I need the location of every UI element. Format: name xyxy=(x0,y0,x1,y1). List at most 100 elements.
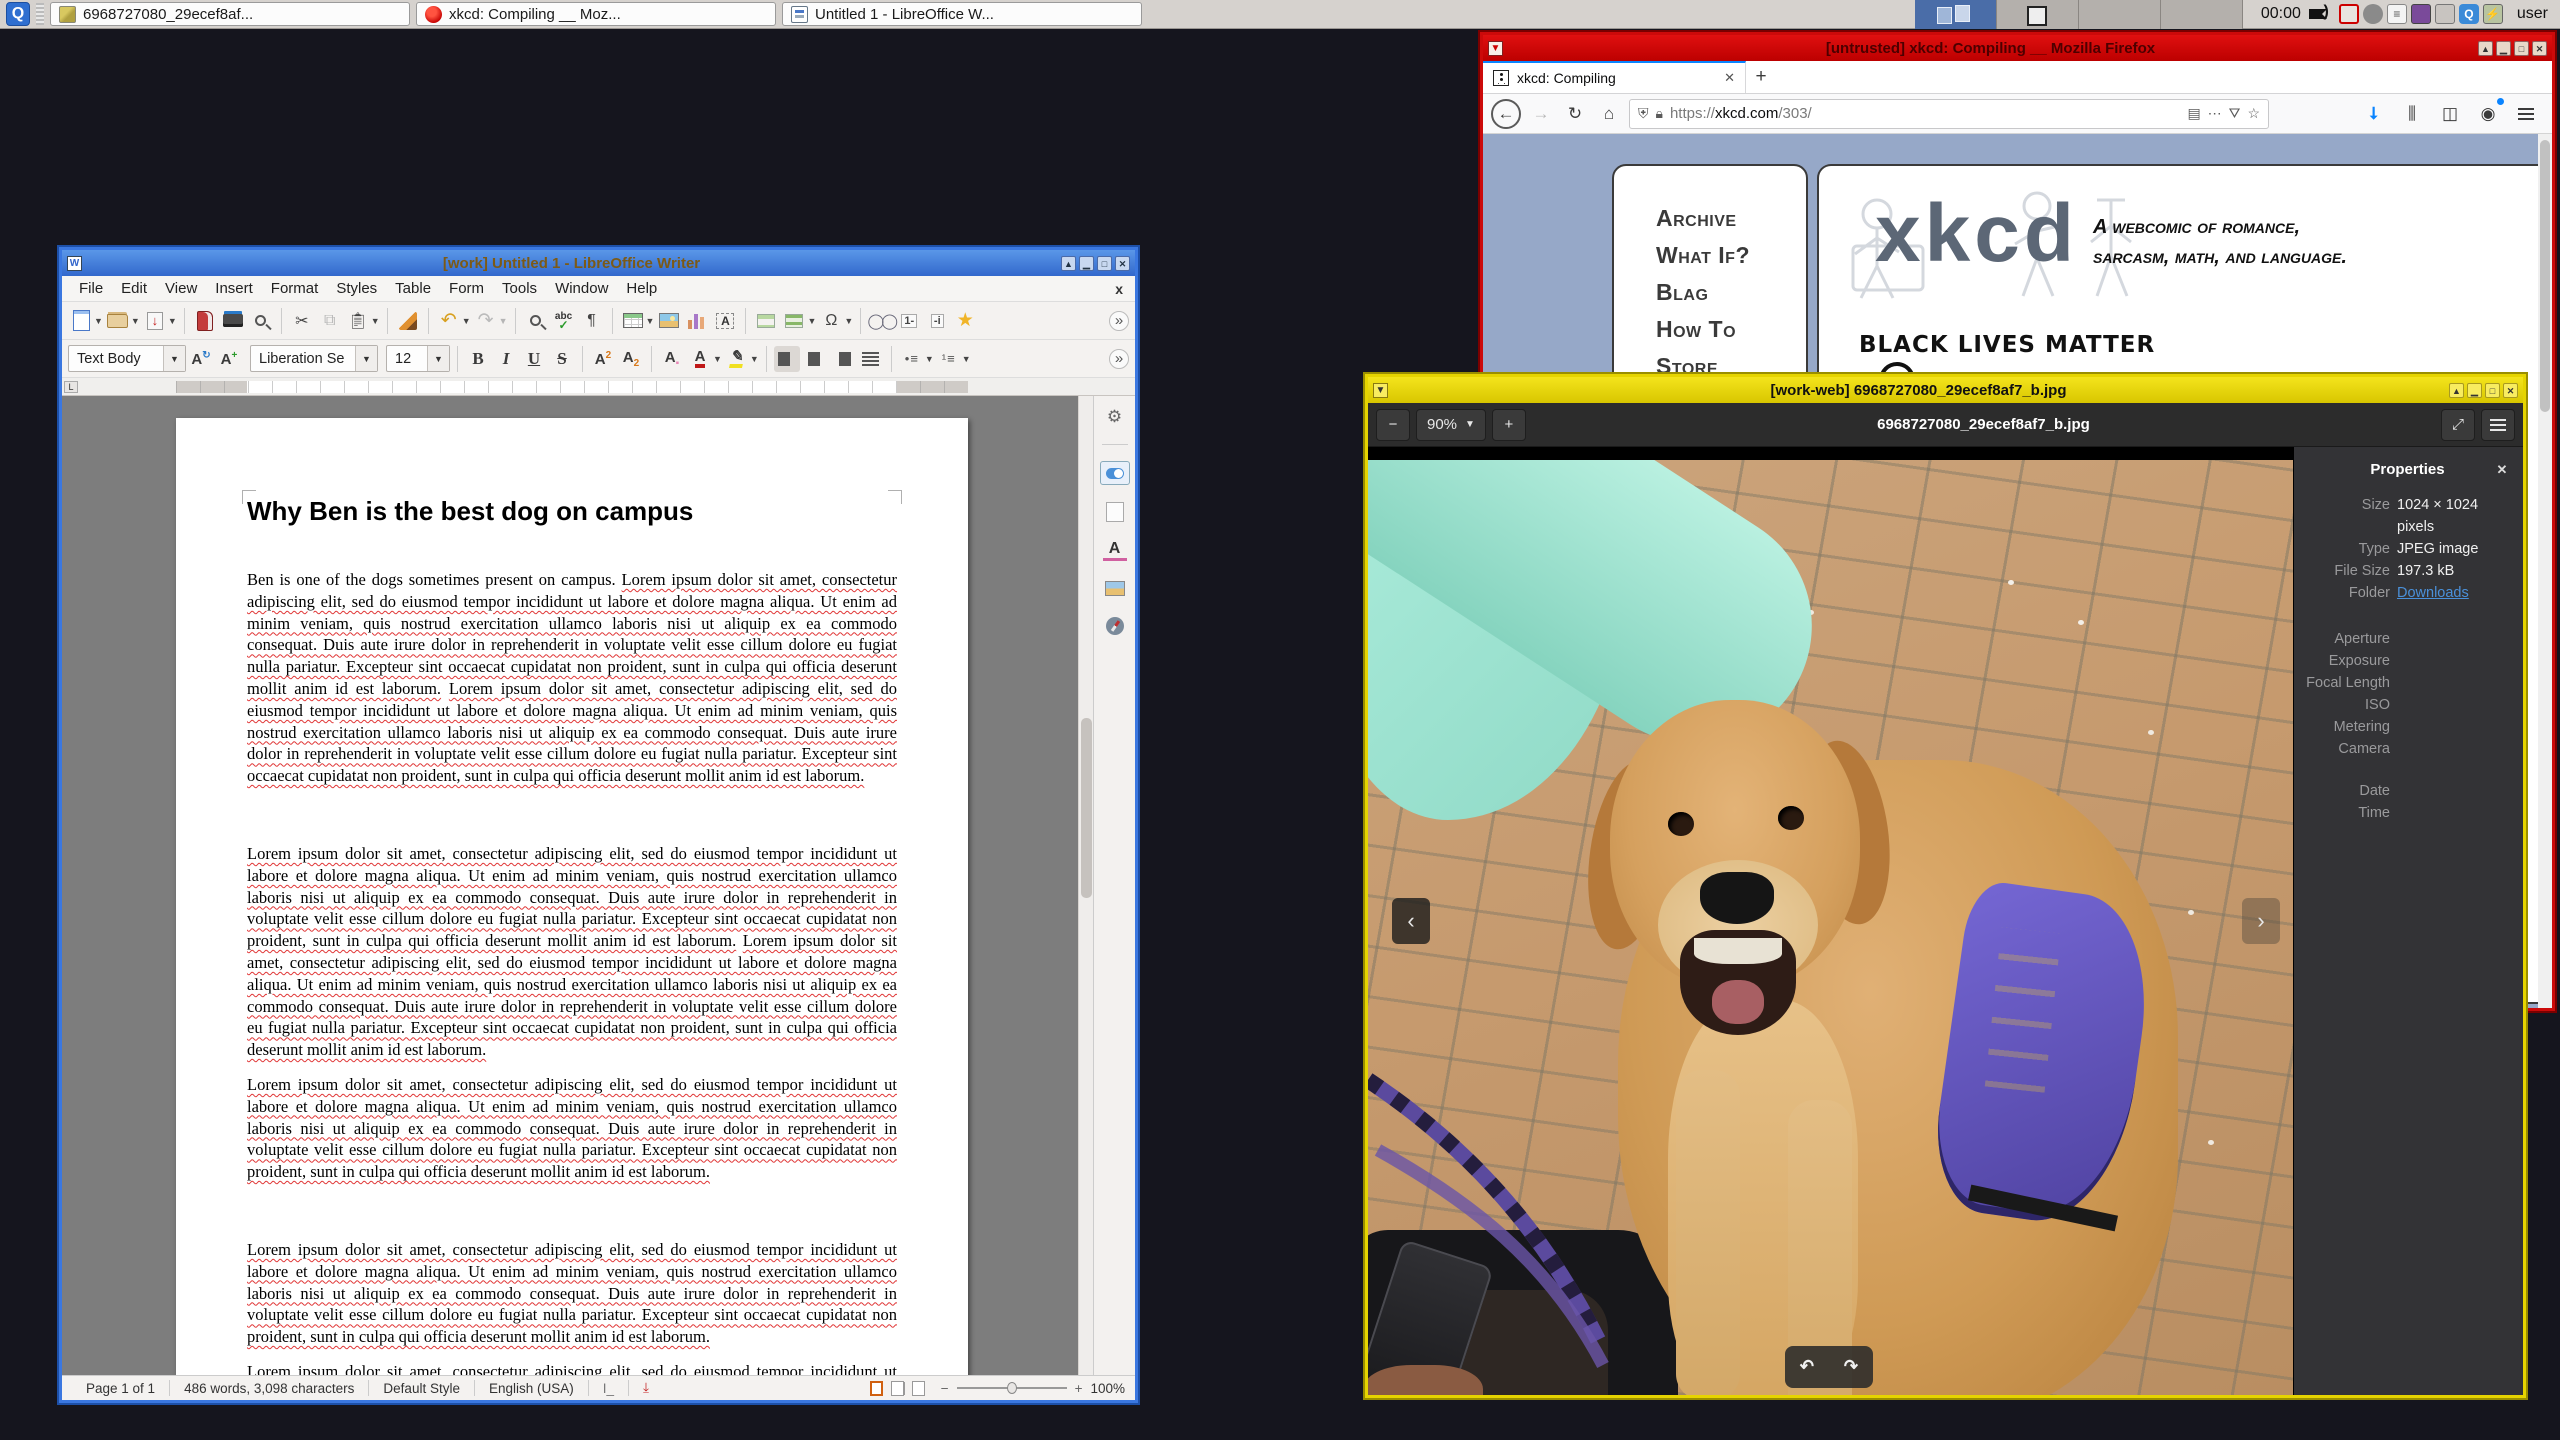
superscript-button[interactable]: A2 xyxy=(590,346,616,372)
minimize-button[interactable]: ▁ xyxy=(2496,40,2511,56)
clear-formatting-button[interactable]: A▪ xyxy=(659,346,685,372)
maximize-button[interactable]: □ xyxy=(1097,255,1112,271)
new-tab-button[interactable]: + xyxy=(1746,61,1776,93)
workspace-3[interactable] xyxy=(2078,0,2161,29)
zoom-in-button[interactable]: + xyxy=(1491,408,1526,441)
insert-chart-button[interactable] xyxy=(684,308,710,334)
firefox-scrollbar[interactable] xyxy=(2538,134,2552,1008)
multi-page-view-icon[interactable] xyxy=(890,1380,904,1396)
highlight-color-button[interactable]: ✎ xyxy=(724,346,750,372)
unsaved-changes-icon[interactable]: ⤓ xyxy=(629,1380,663,1396)
zoom-in-icon[interactable]: + xyxy=(1075,1381,1083,1396)
clone-formatting-button[interactable] xyxy=(395,308,421,334)
status-language[interactable]: English (USA) xyxy=(475,1381,588,1396)
battery-tray-icon[interactable]: ⚡ xyxy=(2482,4,2503,24)
downloads-link[interactable]: Downloads xyxy=(2397,582,2469,604)
sidebar-tab-page[interactable] xyxy=(1103,501,1127,523)
document-paragraph[interactable]: Lorem ipsum dolor sit amet, consectetur … xyxy=(247,1074,897,1183)
taskbar-window-writer[interactable]: Untitled 1 - LibreOffice W... xyxy=(782,2,1142,26)
align-center-button[interactable] xyxy=(802,346,828,372)
xkcd-nav-blag[interactable]: Blag xyxy=(1656,274,1806,311)
status-zoom-level[interactable]: 100% xyxy=(1090,1381,1125,1396)
font-name-combo[interactable]: Liberation Se ▼ xyxy=(250,345,378,372)
scrollbar-thumb[interactable] xyxy=(1081,718,1092,898)
justify-button[interactable] xyxy=(858,346,884,372)
insert-image-button[interactable] xyxy=(656,308,682,334)
close-button[interactable]: ✕ xyxy=(2503,382,2518,398)
zoom-out-button[interactable]: − xyxy=(1376,408,1410,441)
cut-icon[interactable]: ✂ xyxy=(289,308,315,334)
speaker-icon[interactable] xyxy=(2308,3,2331,24)
sidebar-icon[interactable]: ◫ xyxy=(2436,100,2464,128)
page-actions-icon[interactable]: ⋯ xyxy=(2208,105,2222,122)
zoom-level-dropdown[interactable]: 90% ▼ xyxy=(1416,408,1486,441)
font-color-button[interactable]: A xyxy=(687,346,713,372)
document-heading[interactable]: Why Ben is the best dog on campus xyxy=(247,496,897,527)
sidebar-tab-styles[interactable]: A xyxy=(1102,539,1127,561)
menu-edit[interactable]: Edit xyxy=(112,280,156,297)
xkcd-nav-archive[interactable]: Archive xyxy=(1656,200,1806,237)
menu-tools[interactable]: Tools xyxy=(493,280,546,297)
properties-close-icon[interactable]: ✕ xyxy=(2493,462,2511,478)
tab-xkcd[interactable]: xkcd: Compiling ✕ xyxy=(1483,61,1746,93)
viewer-menu-hamburger-icon[interactable] xyxy=(2481,408,2515,441)
writer-scrollbar[interactable] xyxy=(1078,396,1093,1375)
insert-endnote-button[interactable]: -i xyxy=(924,308,950,334)
pocket-shield-icon[interactable]: ⛛ xyxy=(2229,105,2241,122)
document-close-icon[interactable]: x xyxy=(1115,281,1127,297)
paste-button[interactable]: 📋︎ xyxy=(345,308,371,334)
export-pdf-button[interactable] xyxy=(192,308,218,334)
scrollbar-thumb[interactable] xyxy=(2540,140,2550,412)
hyperlink-button[interactable]: ◯◯ xyxy=(868,308,899,334)
insert-footnote-button[interactable]: 1- xyxy=(896,308,922,334)
url-bar[interactable]: ⛨ 🔒︎ https://xkcd.com/303/ ▤ ⋯ ⛛ ☆ xyxy=(1629,98,2269,129)
clipboard-tray-icon[interactable]: ≡ xyxy=(2386,4,2407,24)
print-preview-button[interactable] xyxy=(248,308,274,334)
open-button[interactable] xyxy=(105,308,131,334)
find-replace-button[interactable] xyxy=(523,308,549,334)
insert-bookmark-button[interactable]: ★ xyxy=(952,308,978,334)
bullet-list-button[interactable]: •≡ xyxy=(899,346,925,372)
taskbar-window-image-viewer[interactable]: 6968727080_29ecef8af... xyxy=(50,2,410,26)
xkcd-logo[interactable]: xkcd xyxy=(1875,193,2078,275)
page-break-button[interactable] xyxy=(753,308,779,334)
book-view-icon[interactable] xyxy=(911,1380,925,1396)
update-style-button[interactable]: A↻ xyxy=(188,346,214,372)
insert-table-button[interactable] xyxy=(620,308,646,334)
minimize-button[interactable]: ▁ xyxy=(2467,382,2482,398)
toolbar-overflow-icon[interactable]: » xyxy=(1109,348,1129,369)
qubes-domains-tray-icon[interactable]: Q xyxy=(2458,4,2479,24)
status-paragraph-style[interactable]: Default Style xyxy=(369,1381,474,1396)
network-tray-icon[interactable] xyxy=(2338,4,2359,24)
zoom-out-icon[interactable]: − xyxy=(941,1381,949,1396)
home-icon[interactable]: ⌂ xyxy=(1595,100,1623,128)
document-paragraph[interactable]: Lorem ipsum dolor sit amet, consectetur … xyxy=(247,1239,897,1348)
single-page-view-icon[interactable] xyxy=(869,1380,883,1396)
keyring-tray-icon[interactable] xyxy=(2362,4,2383,24)
disk-tray-icon[interactable] xyxy=(2434,4,2455,24)
document-page[interactable]: Why Ben is the best dog on campus Ben is… xyxy=(176,418,968,1375)
bold-button[interactable]: B xyxy=(465,346,491,372)
minimize-button[interactable]: ▁ xyxy=(1079,255,1094,271)
save-button[interactable]: ↓ xyxy=(142,308,168,334)
downloads-icon[interactable]: ⭣ xyxy=(2360,100,2388,128)
tracking-shield-icon[interactable]: ⛨ xyxy=(1638,105,1649,122)
library-icon[interactable]: ⫼ xyxy=(2398,100,2426,128)
new-style-button[interactable]: A+ xyxy=(216,346,242,372)
qubes-menu-button[interactable]: Q xyxy=(6,2,30,26)
menu-form[interactable]: Form xyxy=(440,280,493,297)
previous-image-button[interactable]: ‹ xyxy=(1392,898,1430,944)
maximize-button[interactable]: □ xyxy=(2514,40,2529,56)
align-left-button[interactable] xyxy=(773,345,800,372)
italic-button[interactable]: I xyxy=(493,346,519,372)
menu-styles[interactable]: Styles xyxy=(327,280,386,297)
shade-button[interactable]: ▲ xyxy=(2478,40,2493,56)
special-character-button[interactable]: Ω xyxy=(818,308,844,334)
sidebar-tab-gallery[interactable] xyxy=(1103,577,1127,599)
menu-insert[interactable]: Insert xyxy=(206,280,262,297)
tab-close-icon[interactable]: ✕ xyxy=(1724,70,1735,86)
numbered-list-button[interactable]: ¹≡ xyxy=(936,346,962,372)
menu-help[interactable]: Help xyxy=(617,280,666,297)
horizontal-ruler[interactable]: L xyxy=(62,378,1135,396)
rotate-right-icon[interactable]: ↷ xyxy=(1844,1356,1858,1378)
